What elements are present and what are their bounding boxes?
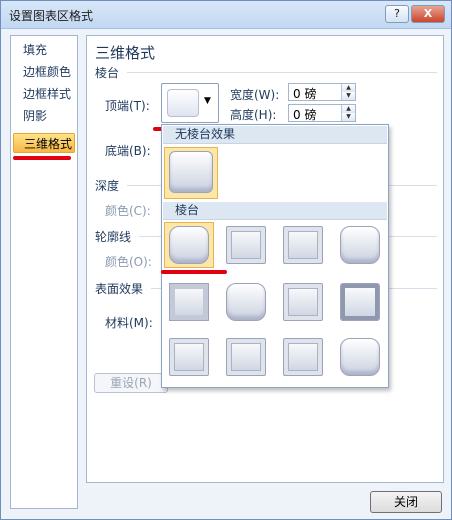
close-button[interactable]: 关闭 [370,491,442,513]
annotation-underline-nav [13,156,71,160]
dialog-title: 设置图表区格式 [9,9,94,23]
category-list: 填充 边框颜色 边框样式 阴影 三维格式 [10,35,78,509]
width-spinner[interactable]: 0 磅 ▲ ▼ [288,83,356,101]
bevel-relaxed-inset-option[interactable] [221,222,271,268]
bevel-riblet-option[interactable] [221,334,271,380]
height-spinner[interactable]: 0 磅 ▲ ▼ [288,104,356,122]
depth-section-label: 深度 [95,179,120,193]
spin-down-icon[interactable]: ▼ [341,113,355,121]
dropdown-arrow-icon: ▼ [204,96,211,106]
bevel-soft-round-option[interactable] [221,279,271,325]
format-dialog: 设置图表区格式 ? X 填充 边框颜色 边框样式 阴影 三维格式 三维格式 棱台… [0,0,452,520]
bottom-label: 底端(B): [105,144,151,158]
bevel-gallery-popup: 无棱台效果 棱台 [161,124,389,388]
spin-down-icon[interactable]: ▼ [341,92,355,100]
bevel-cross-option[interactable] [278,222,328,268]
bevel-divot-option[interactable] [164,334,214,380]
width-label: 宽度(W): [230,88,280,102]
no-bevel-header: 无棱台效果 [163,126,387,144]
top-label: 顶端(T): [105,99,150,113]
surface-section-label: 表面效果 [95,282,144,296]
width-value: 0 磅 [293,87,317,101]
divider [127,72,437,73]
bevel-header: 棱台 [163,202,387,220]
bevel-none-option[interactable] [164,147,218,199]
bevel-convex-option[interactable] [278,279,328,325]
contour-section-label: 轮廓线 [95,230,132,244]
bevel-section-label: 棱台 [95,66,120,80]
help-button[interactable]: ? [385,5,409,23]
spin-up-icon[interactable]: ▲ [341,105,355,113]
bevel-hard-edge-option[interactable] [278,334,328,380]
bevel-angle-option[interactable] [164,279,214,325]
bevel-slope-option[interactable] [335,279,385,325]
material-label: 材料(M): [105,316,153,330]
annotation-underline-bevel [161,270,227,274]
panel-title: 三维格式 [95,44,156,62]
nav-item-border-color[interactable]: 边框颜色 [13,62,75,82]
close-window-button[interactable]: X [411,5,445,23]
bevel-art-deco-option[interactable] [335,334,385,380]
nav-item-border-style[interactable]: 边框样式 [13,84,75,104]
nav-item-3d-format[interactable]: 三维格式 [13,133,75,153]
height-value: 0 磅 [293,108,317,122]
nav-item-fill[interactable]: 填充 [13,40,75,60]
bevel-preview [167,89,199,117]
height-label: 高度(H): [230,108,277,122]
bevel-cool-slant-option[interactable] [335,222,385,268]
depth-color-label: 颜色(C): [105,204,151,218]
top-bevel-dropdown[interactable]: ▼ [161,83,219,123]
nav-item-shadow[interactable]: 阴影 [13,106,75,126]
contour-color-label: 颜色(O): [105,255,152,269]
reset-button[interactable]: 重设(R) [94,373,168,393]
bevel-circle-option[interactable] [164,222,214,268]
spin-up-icon[interactable]: ▲ [341,84,355,92]
titlebar: 设置图表区格式 ? X [1,1,451,29]
